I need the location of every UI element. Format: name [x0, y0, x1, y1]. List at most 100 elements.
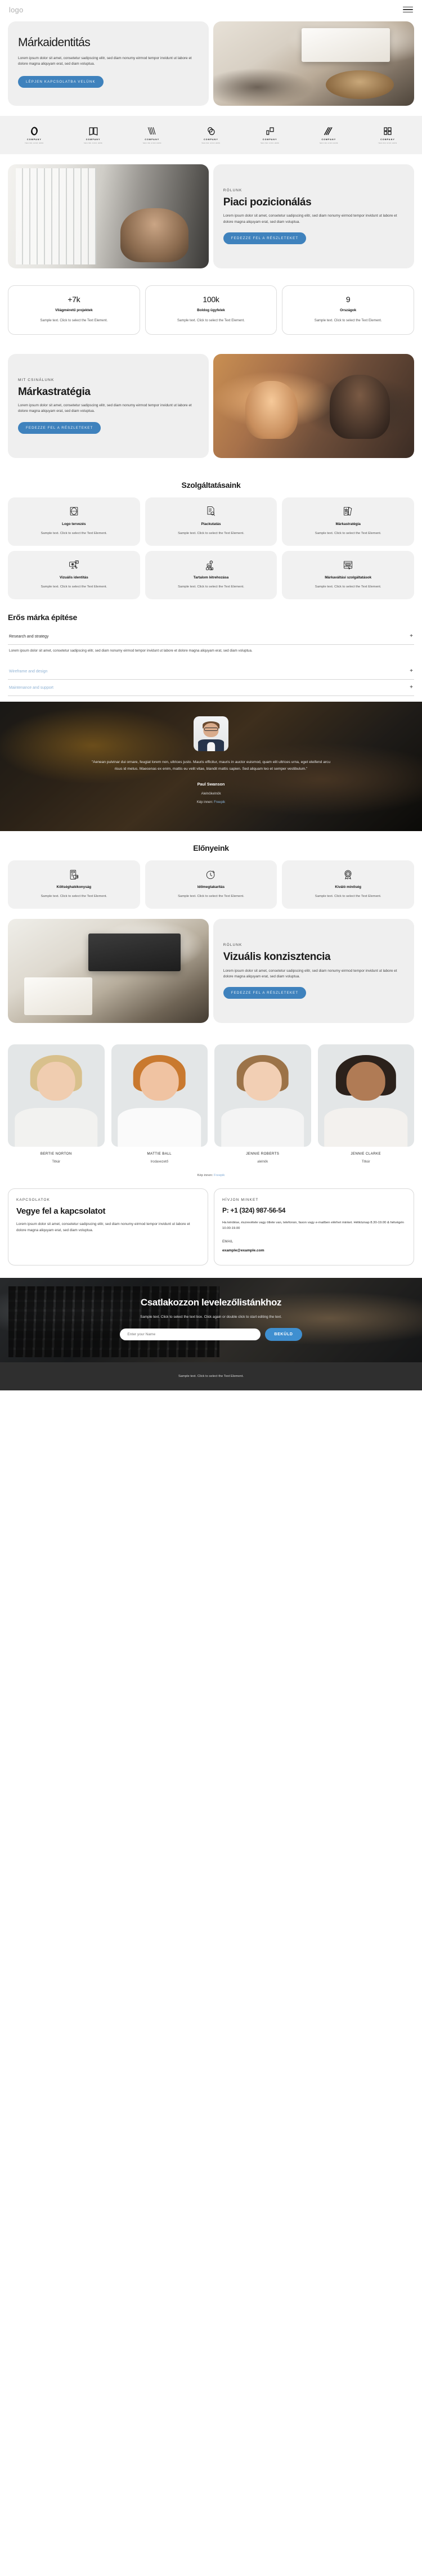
quality-badge-icon: HIGH QUALITY — [288, 869, 408, 880]
client-logo-item: COMPANY TAGLINE GOES HERE — [244, 126, 297, 144]
client-logo-tagline: TAGLINE GOES HERE — [201, 143, 221, 144]
service-card[interactable]: Vizuális identitás Sample text. Click to… — [8, 551, 140, 600]
accordion-label: Maintenance and support — [9, 685, 53, 690]
site-header: logo — [0, 0, 422, 19]
email-label: EMAIL — [222, 1240, 234, 1244]
hero-paragraph: Lorem ipsum dolor sit amet, consetetur s… — [18, 56, 192, 66]
team-member-role: alelnök — [257, 1160, 268, 1164]
service-card[interactable]: LOGO Logo tervezés Sample text. Click to… — [8, 497, 140, 546]
accordion-item: Maintenance and support + — [8, 680, 414, 696]
newsletter-title: Csatlakozzon levelezőlistánkhoz — [140, 1297, 282, 1308]
team-member-photo — [214, 1044, 311, 1147]
client-logo-name: COMPANY — [204, 138, 218, 141]
service-desc: Sample text. Click to select the Text El… — [41, 531, 107, 535]
team-member-name: BERTIE NORTON — [40, 1152, 72, 1156]
service-card[interactable]: Tartalom létrehozása Sample text. Click … — [145, 551, 277, 600]
logo-mark-slashes-icon — [324, 127, 333, 136]
svg-text:HIGH: HIGH — [347, 872, 350, 873]
hero-section: Márkaidentitás Lorem ipsum dolor sit ame… — [0, 19, 422, 116]
stat-label: Boldog ügyfelek — [197, 308, 225, 312]
hero-text-card: Márkaidentitás Lorem ipsum dolor sit ame… — [8, 21, 209, 106]
site-logo[interactable]: logo — [9, 6, 23, 14]
cards-star-icon — [288, 506, 408, 517]
testimonial-name: Paul Swanson — [197, 782, 225, 787]
client-logo-item: COMPANY TAGLINE GOES HERE — [302, 126, 355, 144]
cost-saving-icon — [14, 869, 134, 880]
logo-mark-squares-icon — [266, 127, 274, 135]
client-logo-tagline: TAGLINE GOES HERE — [378, 143, 397, 144]
plus-icon[interactable]: + — [410, 668, 413, 674]
testimonial-quote: "Aenean pulvinar dui ornare, feugiat lor… — [91, 760, 331, 771]
call-us-eyebrow: HÍVJON MINKET — [222, 1198, 259, 1202]
visual-consistency-image — [8, 919, 209, 1024]
stat-card: 9 Országok Sample text. Click to select … — [282, 285, 415, 335]
brand-cursor-icon: BRAND — [288, 559, 408, 571]
phone-number[interactable]: P: +1 (324) 987-56-54 — [222, 1206, 406, 1214]
visual-cta-button[interactable]: FEDEZZE FEL A RÉSZLETEKET — [223, 987, 307, 999]
accordion-header[interactable]: Research and strategy + — [8, 629, 414, 644]
testimonial-image-credit: Kép innen: Freepik — [23, 801, 399, 804]
services-section: Szolgáltatásaink LOGO Logo tervezés Samp… — [0, 468, 422, 600]
visual-consistency-section: RÓLUNK Vizuális konzisztencia Lorem ipsu… — [0, 909, 422, 1033]
accordion-label: Research and strategy — [9, 634, 49, 639]
client-logo-name: COMPANY — [262, 138, 277, 141]
svg-text:BRAND: BRAND — [345, 563, 351, 566]
client-logo-item: COMPANY TAGLINE GOES HERE — [67, 126, 120, 144]
newsletter-submit-button[interactable]: BEKÜLD — [265, 1328, 302, 1341]
service-card[interactable]: Piackutatás Sample text. Click to select… — [145, 497, 277, 546]
service-card[interactable]: BRAND Márkaváltási szolgáltatások Sample… — [282, 551, 414, 600]
client-logo-name: COMPANY — [380, 138, 395, 141]
client-logo-name: COMPANY — [86, 138, 101, 141]
service-title: Márkaváltási szolgáltatások — [325, 576, 372, 580]
client-logo-name: COMPANY — [321, 138, 336, 141]
credit-link[interactable]: Freepik — [214, 1174, 225, 1177]
newsletter-form: BEKÜLD — [11, 1328, 411, 1341]
plus-icon[interactable]: + — [410, 685, 413, 690]
benefits-title: Előnyeink — [193, 843, 229, 852]
strategy-eyebrow: MIT CSINÁLUNK — [18, 378, 55, 382]
email-address[interactable]: example@example.com — [222, 1249, 406, 1253]
strategy-cta-button[interactable]: FEDEZZE FEL A RÉSZLETEKET — [18, 421, 101, 434]
testimonial-role: Alelnökelnök — [201, 792, 221, 796]
team-member-role: Irodavezető — [150, 1160, 168, 1164]
team-member-role: Titkár — [361, 1160, 370, 1164]
stat-card: 100k Boldog ügyfelek Sample text. Click … — [145, 285, 277, 335]
client-logo-tagline: TAGLINE GOES HERE — [260, 143, 280, 144]
newsletter-name-input[interactable] — [120, 1329, 261, 1341]
visual-eyebrow: RÓLUNK — [223, 943, 243, 948]
benefit-card: Költséghatékonyság Sample text. Click to… — [8, 860, 140, 909]
accordion-item: Wireframe and design + — [8, 663, 414, 680]
visual-paragraph: Lorem ipsum dolor sit amet, consetetur s… — [223, 968, 397, 979]
client-logos-row: COMPANY TAGLINE GOES HERE COMPANY TAGLIN… — [8, 126, 414, 144]
hamburger-menu-icon[interactable] — [403, 6, 413, 13]
testimonial-section: "Aenean pulvinar dui ornare, feugiat lor… — [0, 702, 422, 831]
client-logo-item: COMPANY TAGLINE GOES HERE — [125, 126, 178, 144]
contact-info-card: KAPCSOLATOK Vegye fel a kapcsolatot Lore… — [8, 1188, 208, 1266]
team-member: JENNIE CLARKE Titkár — [317, 1044, 414, 1164]
accordion-header[interactable]: Wireframe and design + — [8, 663, 414, 679]
stat-number: 100k — [203, 295, 219, 304]
visual-title: Vizuális konzisztencia — [223, 951, 331, 963]
accordion-title: Erős márka építése — [8, 613, 78, 622]
team-member: BERTIE NORTON Titkár — [8, 1044, 105, 1164]
accordion-label: Wireframe and design — [9, 669, 48, 674]
team-member-photo — [8, 1044, 105, 1147]
plus-icon[interactable]: + — [410, 634, 413, 639]
team-grid: BERTIE NORTON Titkár MATTIE BALL Irodave… — [0, 1033, 422, 1167]
benefit-card: HIGH QUALITY Kiváló minőség Sample text. … — [282, 860, 414, 909]
accordion-header[interactable]: Maintenance and support + — [8, 680, 414, 695]
client-logo-tagline: TAGLINE GOES HERE — [319, 143, 339, 144]
credit-link[interactable]: Freepik — [214, 801, 225, 804]
team-image-credit: Kép innen: Freepik — [0, 1167, 422, 1179]
stat-number: 9 — [345, 295, 351, 304]
service-desc: Sample text. Click to select the Text El… — [178, 531, 244, 535]
logo-frame-icon: LOGO — [14, 506, 134, 517]
service-card[interactable]: Márkastratégia Sample text. Click to sel… — [282, 497, 414, 546]
team-member-photo — [317, 1044, 414, 1147]
accordion-item: Research and strategy + — [8, 629, 414, 645]
team-member: JENNIE ROBERTS alelnök — [214, 1044, 311, 1164]
hero-cta-button[interactable]: LÉPJEN KAPCSOLATBA VELÜNK — [18, 75, 104, 88]
clock-icon — [151, 869, 271, 880]
benefit-card: Időmegtakarítás Sample text. Click to se… — [145, 860, 277, 909]
about-cta-button[interactable]: FEDEZZE FEL A RÉSZLETEKET — [223, 232, 307, 244]
